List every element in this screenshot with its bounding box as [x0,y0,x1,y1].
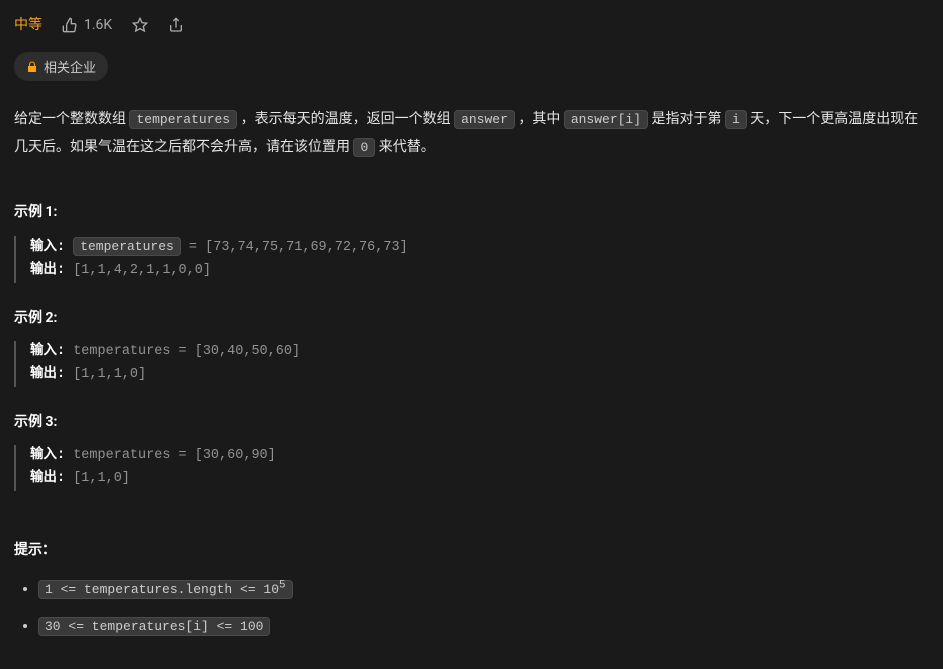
input-value: temperatures = [30,40,50,60] [65,344,300,359]
input-label: 输入: [30,448,65,463]
input-label: 输入: [30,240,73,255]
related-companies-button[interactable]: 相关企业 [14,52,108,81]
like-button[interactable]: 1.6K [62,14,112,36]
example-2: 示例 2: 输入: temperatures = [30,40,50,60] 输… [14,307,929,387]
input-label: 输入: [30,344,65,359]
example-title: 示例 3: [14,411,929,433]
example-title: 示例 2: [14,307,929,329]
output-label: 输出: [30,263,73,278]
problem-description: 给定一个整数数组 temperatures ，表示每天的温度，返回一个数组 an… [14,105,929,161]
inline-code: i [725,110,747,129]
output-value: [1,1,0] [73,471,130,486]
output-label: 输出: [30,471,73,486]
output-value: [1,1,1,0] [73,367,146,382]
inline-code: answer[i] [564,110,648,129]
hints-list: 1 <= temperatures.length <= 105 30 <= te… [14,578,929,638]
example-block: 输入: temperatures = [73,74,75,71,69,72,76… [14,236,929,283]
inline-code: answer [454,110,515,129]
example-1: 示例 1: 输入: temperatures = [73,74,75,71,69… [14,201,929,282]
output-label: 输出: [30,367,73,382]
input-value: = [73,74,75,71,69,72,76,73] [181,240,408,255]
favorite-button[interactable] [132,17,148,33]
inline-code: temperatures [129,110,237,129]
share-icon [168,17,184,33]
example-block: 输入: temperatures = [30,40,50,60] 输出: [1,… [14,341,929,387]
example-3: 示例 3: 输入: temperatures = [30,60,90] 输出: … [14,411,929,491]
hints-title: 提示： [14,539,929,561]
output-value: [1,1,4,2,1,1,0,0] [73,263,211,278]
star-icon [132,17,148,33]
example-block: 输入: temperatures = [30,60,90] 输出: [1,1,0… [14,445,929,491]
inline-code: 0 [353,138,375,157]
hint-item: 1 <= temperatures.length <= 105 [38,578,929,601]
problem-header: 中等 1.6K [14,14,929,36]
example-title: 示例 1: [14,201,929,223]
thumbs-up-icon [62,17,78,33]
like-count: 1.6K [84,14,112,36]
lock-icon [26,61,38,73]
inline-code: temperatures [73,237,181,256]
inline-code: 30 <= temperatures[i] <= 100 [38,617,270,636]
difficulty-badge: 中等 [14,14,42,36]
share-button[interactable] [168,17,184,33]
hint-item: 30 <= temperatures[i] <= 100 [38,615,929,638]
input-value: temperatures = [30,60,90] [65,448,276,463]
related-companies-label: 相关企业 [44,57,96,76]
inline-code: 1 <= temperatures.length <= 105 [38,580,293,599]
